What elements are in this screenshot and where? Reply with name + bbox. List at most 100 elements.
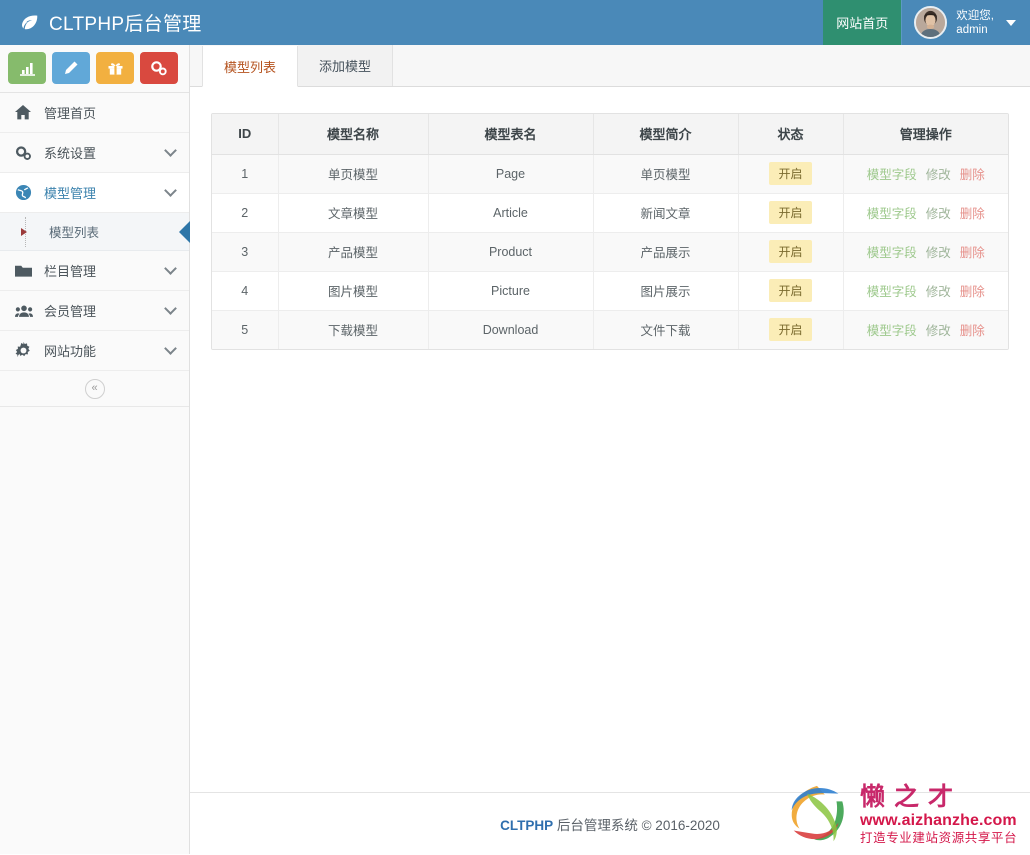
- cell-id: 2: [212, 193, 278, 232]
- sidebar-item-system-settings[interactable]: 系统设置: [0, 133, 189, 173]
- status-badge[interactable]: 开启: [769, 240, 811, 263]
- edit-button[interactable]: [52, 52, 90, 84]
- delete-link[interactable]: 删除: [960, 203, 985, 222]
- sidebar: 管理首页 系统设置 模型管理: [0, 45, 190, 854]
- status-badge[interactable]: 开启: [769, 162, 811, 185]
- sidebar-item-model-list[interactable]: 模型列表: [0, 213, 189, 251]
- table-header: ID 模型名称 模型表名 模型简介 状态 管理操作: [212, 114, 1008, 154]
- column-header-ops: 管理操作: [843, 114, 1008, 154]
- column-header-table: 模型表名: [428, 114, 593, 154]
- tab-bar: 模型列表 添加模型: [190, 45, 1030, 87]
- user-menu[interactable]: 欢迎您, admin: [901, 0, 1030, 45]
- user-name: admin: [956, 23, 994, 37]
- delete-link[interactable]: 删除: [960, 242, 985, 261]
- cell-ops: 模型字段 修改 删除: [843, 232, 1008, 271]
- sidebar-collapse-row: «: [0, 371, 189, 407]
- model-fields-link[interactable]: 模型字段: [867, 203, 917, 222]
- globe-icon: [15, 184, 36, 201]
- folder-icon: [15, 264, 36, 278]
- edit-link[interactable]: 修改: [926, 164, 951, 183]
- model-fields-link[interactable]: 模型字段: [867, 242, 917, 261]
- status-badge[interactable]: 开启: [769, 201, 811, 224]
- delete-link[interactable]: 删除: [960, 281, 985, 300]
- chevron-down-icon[interactable]: [164, 262, 177, 275]
- cell-status: 开启: [738, 310, 843, 349]
- sidebar-item-column-management[interactable]: 栏目管理: [0, 251, 189, 291]
- cogs-icon: [150, 60, 168, 76]
- table-row: 2 文章模型 Article 新闻文章 开启 模型字段 修改 删除: [212, 193, 1008, 232]
- sidebar-item-label: 栏目管理: [36, 261, 166, 280]
- cell-ops: 模型字段 修改 删除: [843, 193, 1008, 232]
- header-spacer: [190, 0, 823, 45]
- sidebar-submenu: 模型列表: [0, 213, 189, 251]
- delete-link[interactable]: 删除: [960, 164, 985, 183]
- cell-table: Product: [428, 232, 593, 271]
- chevron-down-icon[interactable]: [164, 342, 177, 355]
- table-header-row: ID 模型名称 模型表名 模型简介 状态 管理操作: [212, 114, 1008, 154]
- edit-link[interactable]: 修改: [926, 320, 951, 339]
- sidebar-item-label: 系统设置: [36, 143, 166, 162]
- tab-add-model[interactable]: 添加模型: [298, 45, 393, 86]
- cell-id: 1: [212, 154, 278, 193]
- cell-status: 开启: [738, 154, 843, 193]
- model-table-container: ID 模型名称 模型表名 模型简介 状态 管理操作 1 单页模型 Page 单页…: [211, 113, 1009, 350]
- sidebar-item-member-management[interactable]: 会员管理: [0, 291, 189, 331]
- tab-model-list[interactable]: 模型列表: [202, 46, 298, 87]
- table-row: 1 单页模型 Page 单页模型 开启 模型字段 修改 删除: [212, 154, 1008, 193]
- settings-button[interactable]: [140, 52, 178, 84]
- sidebar-item-model-management[interactable]: 模型管理: [0, 173, 189, 213]
- cell-desc: 单页模型: [593, 154, 738, 193]
- sidebar-item-label: 模型管理: [36, 183, 166, 202]
- row-actions: 模型字段 修改 删除: [844, 203, 1009, 222]
- cogs-icon: [15, 145, 36, 161]
- cell-table: Page: [428, 154, 593, 193]
- gift-button[interactable]: [96, 52, 134, 84]
- chevron-down-icon[interactable]: [164, 184, 177, 197]
- chevron-down-icon[interactable]: [164, 302, 177, 315]
- cell-status: 开启: [738, 232, 843, 271]
- home-icon: [15, 105, 36, 120]
- collapse-sidebar-button[interactable]: «: [85, 379, 105, 399]
- row-actions: 模型字段 修改 删除: [844, 281, 1009, 300]
- content-area: ID 模型名称 模型表名 模型简介 状态 管理操作 1 单页模型 Page 单页…: [190, 87, 1030, 350]
- edit-link[interactable]: 修改: [926, 242, 951, 261]
- column-header-status: 状态: [738, 114, 843, 154]
- table-row: 5 下载模型 Download 文件下载 开启 模型字段 修改 删除: [212, 310, 1008, 349]
- sidebar-item-label: 网站功能: [36, 341, 166, 360]
- cell-desc: 文件下载: [593, 310, 738, 349]
- cell-name: 产品模型: [278, 232, 428, 271]
- edit-link[interactable]: 修改: [926, 281, 951, 300]
- sidebar-subitem-label: 模型列表: [49, 222, 99, 241]
- model-fields-link[interactable]: 模型字段: [867, 281, 917, 300]
- model-fields-link[interactable]: 模型字段: [867, 320, 917, 339]
- edit-link[interactable]: 修改: [926, 203, 951, 222]
- brand-logo[interactable]: CLTPHP后台管理: [0, 0, 190, 45]
- bullet-arrow-icon: [21, 228, 27, 236]
- cell-ops: 模型字段 修改 删除: [843, 271, 1008, 310]
- cell-name: 文章模型: [278, 193, 428, 232]
- delete-link[interactable]: 删除: [960, 320, 985, 339]
- main-content: 模型列表 添加模型 ID 模型名称 模型表名 模型简介 状态 管理操作: [190, 45, 1030, 854]
- model-fields-link[interactable]: 模型字段: [867, 164, 917, 183]
- cell-desc: 新闻文章: [593, 193, 738, 232]
- top-header-bar: CLTPHP后台管理 网站首页 欢迎您, admin: [0, 0, 1030, 45]
- sidebar-item-site-functions[interactable]: 网站功能: [0, 331, 189, 371]
- footer-text: 后台管理系统 © 2016-2020: [553, 818, 720, 833]
- column-header-name: 模型名称: [278, 114, 428, 154]
- chart-button[interactable]: [8, 52, 46, 84]
- chevron-down-icon[interactable]: [1006, 20, 1016, 26]
- table-row: 3 产品模型 Product 产品展示 开启 模型字段 修改 删除: [212, 232, 1008, 271]
- sidebar-item-dashboard[interactable]: 管理首页: [0, 93, 189, 133]
- status-badge[interactable]: 开启: [769, 318, 811, 341]
- gear-icon: [15, 342, 36, 359]
- table-body: 1 单页模型 Page 单页模型 开启 模型字段 修改 删除 2 文章模型: [212, 154, 1008, 349]
- site-home-button[interactable]: 网站首页: [823, 0, 901, 45]
- status-badge[interactable]: 开启: [769, 279, 811, 302]
- cell-status: 开启: [738, 271, 843, 310]
- cell-status: 开启: [738, 193, 843, 232]
- cell-id: 4: [212, 271, 278, 310]
- model-table: ID 模型名称 模型表名 模型简介 状态 管理操作 1 单页模型 Page 单页…: [212, 114, 1008, 349]
- chevron-down-icon[interactable]: [164, 144, 177, 157]
- column-header-id: ID: [212, 114, 278, 154]
- row-actions: 模型字段 修改 删除: [844, 164, 1009, 183]
